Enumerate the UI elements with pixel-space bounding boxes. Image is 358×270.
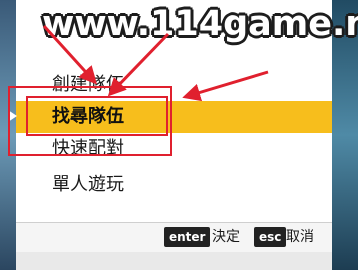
cancel-label[interactable]: 取消 xyxy=(286,227,314,247)
menu-footer-edge xyxy=(16,252,332,270)
watermark-text: www.114game.net xyxy=(42,4,358,44)
menu-item-single-player[interactable]: 單人遊玩 xyxy=(52,170,124,200)
annotation-box-inner xyxy=(26,96,168,136)
confirm-label[interactable]: 決定 xyxy=(212,227,240,247)
esc-key-badge[interactable]: esc xyxy=(254,227,287,247)
enter-key-badge[interactable]: enter xyxy=(164,227,211,247)
game-screen: 創建隊伍 找尋隊伍 快速配對 單人遊玩 enter 決定 esc 取消 www.… xyxy=(0,0,358,270)
